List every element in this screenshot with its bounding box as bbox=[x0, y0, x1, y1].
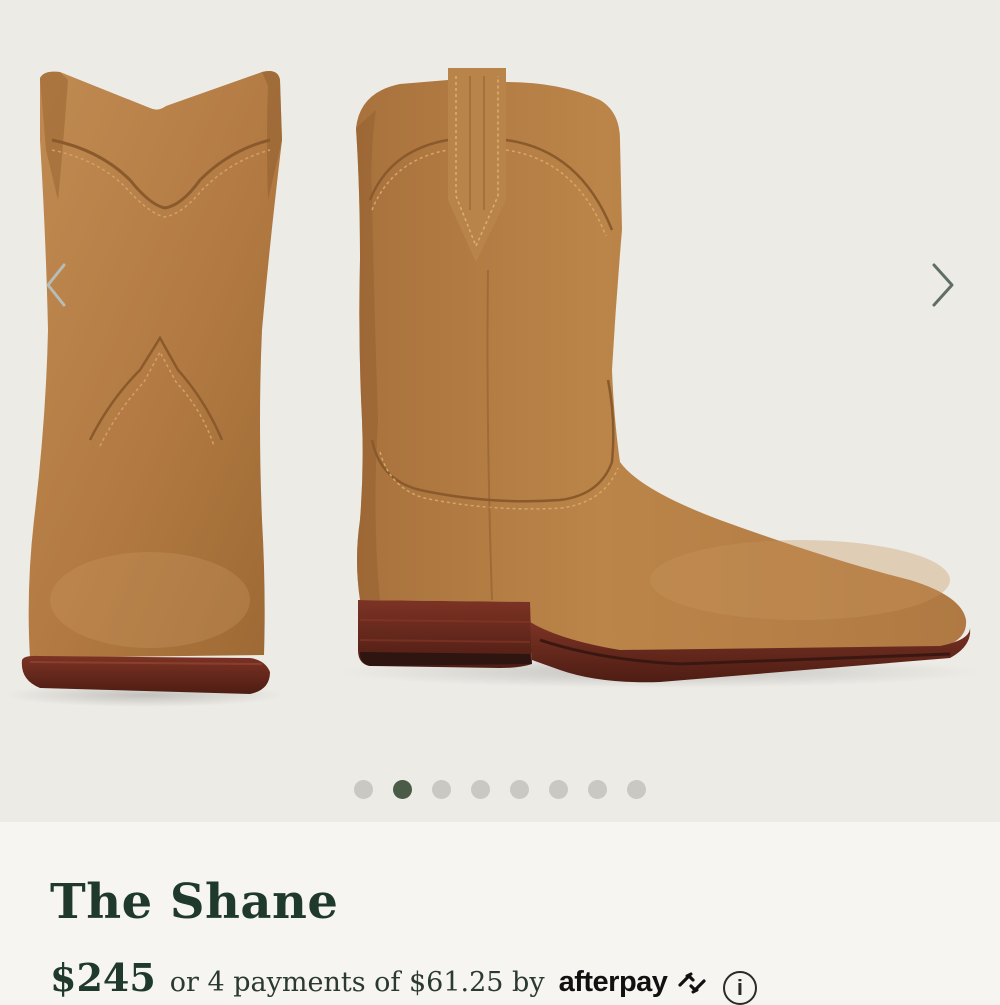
carousel-dot[interactable] bbox=[510, 780, 529, 799]
product-info: The Shane $245 or 4 payments of $61.25 b… bbox=[0, 822, 1000, 1005]
chevron-right-icon bbox=[932, 263, 954, 307]
carousel-pagination bbox=[354, 780, 646, 799]
afterpay-label: afterpay bbox=[558, 966, 668, 998]
boot-side-view bbox=[356, 68, 971, 683]
next-image-button[interactable] bbox=[922, 255, 962, 315]
carousel-dot[interactable] bbox=[627, 780, 646, 799]
carousel-dot[interactable] bbox=[432, 780, 451, 799]
carousel-dot[interactable] bbox=[549, 780, 568, 799]
product-image-gallery[interactable] bbox=[0, 0, 1000, 822]
chevron-left-icon bbox=[46, 263, 66, 307]
product-title: The Shane bbox=[50, 874, 339, 930]
carousel-dot[interactable] bbox=[393, 780, 412, 799]
installments-text: or 4 payments of $61.25 by bbox=[169, 967, 545, 998]
carousel-dot[interactable] bbox=[588, 780, 607, 799]
afterpay-logo: afterpay bbox=[559, 966, 707, 999]
product-image bbox=[5, 68, 980, 707]
price-row: $245 or 4 payments of $61.25 by afterpay… bbox=[50, 955, 757, 1005]
afterpay-arrows-icon bbox=[678, 972, 706, 994]
product-price: $245 bbox=[50, 955, 156, 1000]
carousel-dot[interactable] bbox=[354, 780, 373, 799]
carousel-dot[interactable] bbox=[471, 780, 490, 799]
previous-image-button[interactable] bbox=[36, 255, 76, 315]
boot-front-view bbox=[21, 71, 282, 694]
